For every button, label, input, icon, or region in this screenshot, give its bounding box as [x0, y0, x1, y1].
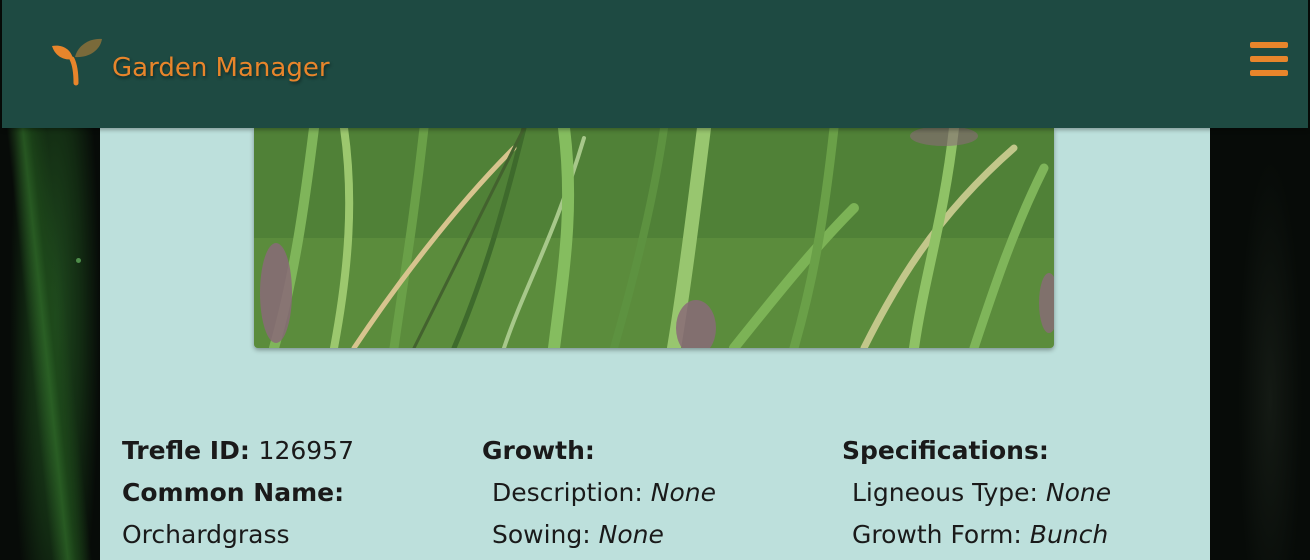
ligneous-type-label: Ligneous Type:	[852, 478, 1046, 507]
specifications-heading: Specifications:	[842, 436, 1049, 465]
ligneous-type-row: Ligneous Type: None	[842, 472, 1202, 514]
growth-sowing-row: Sowing: None	[482, 514, 842, 556]
trefle-id-row: Trefle ID: 126957	[122, 430, 482, 472]
sowing-label: Sowing:	[492, 520, 599, 549]
sprout-icon	[52, 37, 104, 92]
background-dewdrop	[76, 258, 81, 263]
growth-heading: Growth:	[482, 436, 595, 465]
growth-form-row: Growth Form: Bunch	[842, 514, 1202, 556]
growth-form-label: Growth Form:	[852, 520, 1030, 549]
background-leaf	[6, 119, 94, 560]
growth-column: Growth: Description: None Sowing: None	[482, 430, 842, 556]
common-name-value: Orchardgrass	[122, 520, 290, 549]
common-name-label: Common Name:	[122, 478, 345, 507]
plant-info: Trefle ID: 126957 Common Name: Orchardgr…	[122, 430, 1202, 556]
brand[interactable]: Garden Manager	[52, 37, 330, 92]
plant-detail-card: Trefle ID: 126957 Common Name: Orchardgr…	[100, 128, 1210, 560]
hamburger-menu-icon[interactable]	[1250, 42, 1288, 76]
ligneous-type-value: None	[1045, 478, 1112, 507]
trefle-id-label: Trefle ID:	[122, 436, 259, 465]
growth-description-row: Description: None	[482, 472, 842, 514]
specifications-column: Specifications: Ligneous Type: None Grow…	[842, 430, 1202, 556]
basic-info-column: Trefle ID: 126957 Common Name: Orchardgr…	[122, 430, 482, 556]
plant-photo	[254, 128, 1054, 348]
sowing-value: None	[598, 520, 664, 549]
description-label: Description:	[492, 478, 651, 507]
description-value: None	[650, 478, 716, 507]
top-navbar: Garden Manager	[2, 0, 1308, 128]
app-title: Garden Manager	[112, 53, 330, 83]
trefle-id-value: 126957	[258, 436, 354, 465]
growth-form-value: Bunch	[1029, 520, 1109, 549]
